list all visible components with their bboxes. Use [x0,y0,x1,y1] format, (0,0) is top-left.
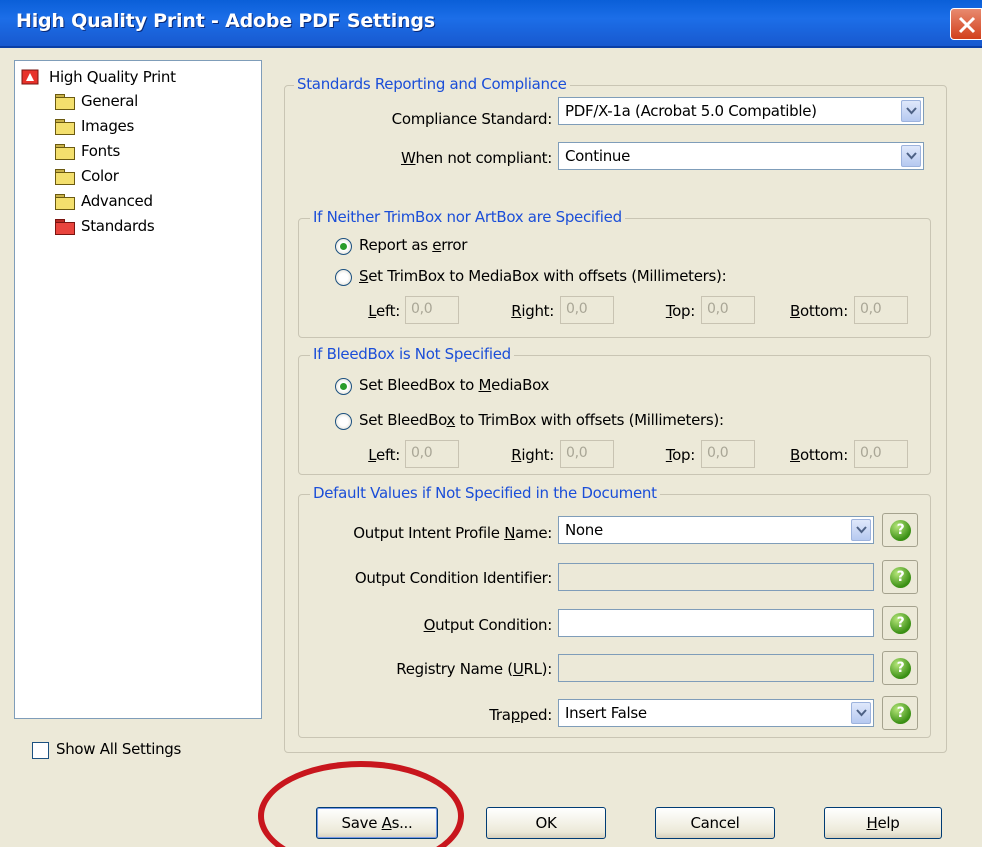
output-condition-label: Output Condition: [423,616,553,634]
output-condition-input[interactable] [558,609,874,637]
chevron-down-icon[interactable] [901,100,921,122]
folder-icon [55,144,75,160]
set-trimbox-radio[interactable] [335,269,352,286]
tree-root-label: High Quality Print [49,68,176,86]
trapped-value: Insert False [565,704,647,722]
tree-item-label: Standards [81,217,155,235]
chevron-down-icon[interactable] [851,702,871,724]
show-all-settings-label: Show All Settings [56,740,182,758]
help-icon: ? [890,703,911,724]
window-title: High Quality Print - Adobe PDF Settings [16,10,435,32]
trim-left-input[interactable]: 0,0 [405,296,459,324]
when-not-compliant-label: When not compliant: [400,149,552,167]
help-button-trapped[interactable]: ? [882,696,918,730]
tree-item-label: Fonts [81,142,120,160]
help-button-profile[interactable]: ? [882,513,918,547]
trim-top-input[interactable]: 0,0 [701,296,755,324]
help-icon: ? [890,520,911,541]
report-as-error-radio[interactable] [335,238,352,255]
folder-icon [55,194,75,210]
help-button-condition[interactable]: ? [882,606,918,640]
trim-top-label: Top: [665,302,695,320]
output-intent-profile-value: None [565,521,603,539]
bleedbox-mediabox-radio[interactable] [335,378,352,395]
folder-open-icon [55,219,75,235]
tree-item-images[interactable]: Images [55,114,134,138]
trim-bottom-input[interactable]: 0,0 [854,296,908,324]
bleed-right-input[interactable]: 0,0 [560,440,614,468]
trimbox-group-title: If Neither TrimBox nor ArtBox are Specif… [310,208,625,226]
close-icon [958,16,976,34]
trim-bottom-label: Bottom: [790,302,848,320]
bleed-top-input[interactable]: 0,0 [701,440,755,468]
tree-item-general[interactable]: General [55,89,138,113]
tree-item-label: Advanced [81,192,153,210]
help-button-condition-identifier[interactable]: ? [882,560,918,594]
defaults-group-title: Default Values if Not Specified in the D… [310,484,660,502]
trim-right-label: Right: [511,302,554,320]
help-icon: ? [890,613,911,634]
registry-name-input[interactable] [558,654,874,682]
tree-item-fonts[interactable]: Fonts [55,139,120,163]
bleed-left-label: Left: [368,446,400,464]
compliance-standard-label: Compliance Standard: [391,110,553,128]
folder-icon [55,94,75,110]
trim-left-label: Left: [368,302,400,320]
help-button[interactable]: Help [824,807,942,839]
bleedbox-trimbox-label: Set BleedBox to TrimBox with offsets (Mi… [359,411,724,429]
bleed-bottom-input[interactable]: 0,0 [854,440,908,468]
help-button-registry[interactable]: ? [882,651,918,685]
trim-right-input[interactable]: 0,0 [560,296,614,324]
output-intent-profile-label: Output Intent Profile Name: [353,524,552,542]
help-icon: ? [890,567,911,588]
trapped-label: Trapped: [489,706,552,724]
help-icon: ? [890,658,911,679]
bleedbox-trimbox-radio[interactable] [335,413,352,430]
tree-item-color[interactable]: Color [55,164,119,188]
title-bar: High Quality Print - Adobe PDF Settings [0,0,982,48]
registry-name-label: Registry Name (URL): [396,660,552,678]
ok-button[interactable]: OK [486,807,606,839]
report-as-error-label: Report as error [359,236,468,254]
output-intent-profile-select[interactable]: None [558,516,874,544]
tree-item-label: General [81,92,139,110]
bleedbox-group-title: If BleedBox is Not Specified [310,345,514,363]
output-condition-identifier-label: Output Condition Identifier: [354,569,552,587]
compliance-standard-select[interactable]: PDF/X-1a (Acrobat 5.0 Compatible) [558,97,924,125]
highlight-circle-annotation [258,761,464,847]
tree-item-advanced[interactable]: Advanced [55,189,153,213]
folder-icon [55,169,75,185]
window-border [0,48,10,847]
folder-icon [55,119,75,135]
pdf-settings-icon [21,69,39,85]
tree-item-standards[interactable]: Standards [55,214,155,238]
tree-item-label: Images [81,117,134,135]
standards-group-title: Standards Reporting and Compliance [294,75,570,93]
when-not-compliant-value: Continue [565,147,631,165]
output-condition-identifier-input[interactable] [558,563,874,591]
when-not-compliant-select[interactable]: Continue [558,142,924,170]
bleed-bottom-label: Bottom: [790,446,848,464]
tree-root[interactable]: High Quality Print [21,65,176,89]
close-button[interactable] [950,8,982,40]
bleed-left-input[interactable]: 0,0 [405,440,459,468]
chevron-down-icon[interactable] [901,145,921,167]
bleedbox-mediabox-label: Set BleedBox to MediaBox [359,376,550,394]
trapped-select[interactable]: Insert False [558,699,874,727]
set-trimbox-label: Set TrimBox to MediaBox with offsets (Mi… [359,267,727,285]
bleed-right-label: Right: [511,446,554,464]
tree-item-label: Color [81,167,119,185]
bleed-top-label: Top: [665,446,695,464]
cancel-button[interactable]: Cancel [655,807,775,839]
chevron-down-icon[interactable] [851,519,871,541]
show-all-settings-checkbox[interactable] [32,742,49,759]
compliance-standard-value: PDF/X-1a (Acrobat 5.0 Compatible) [565,102,817,120]
settings-tree[interactable]: High Quality Print General Images Fonts … [14,60,262,719]
